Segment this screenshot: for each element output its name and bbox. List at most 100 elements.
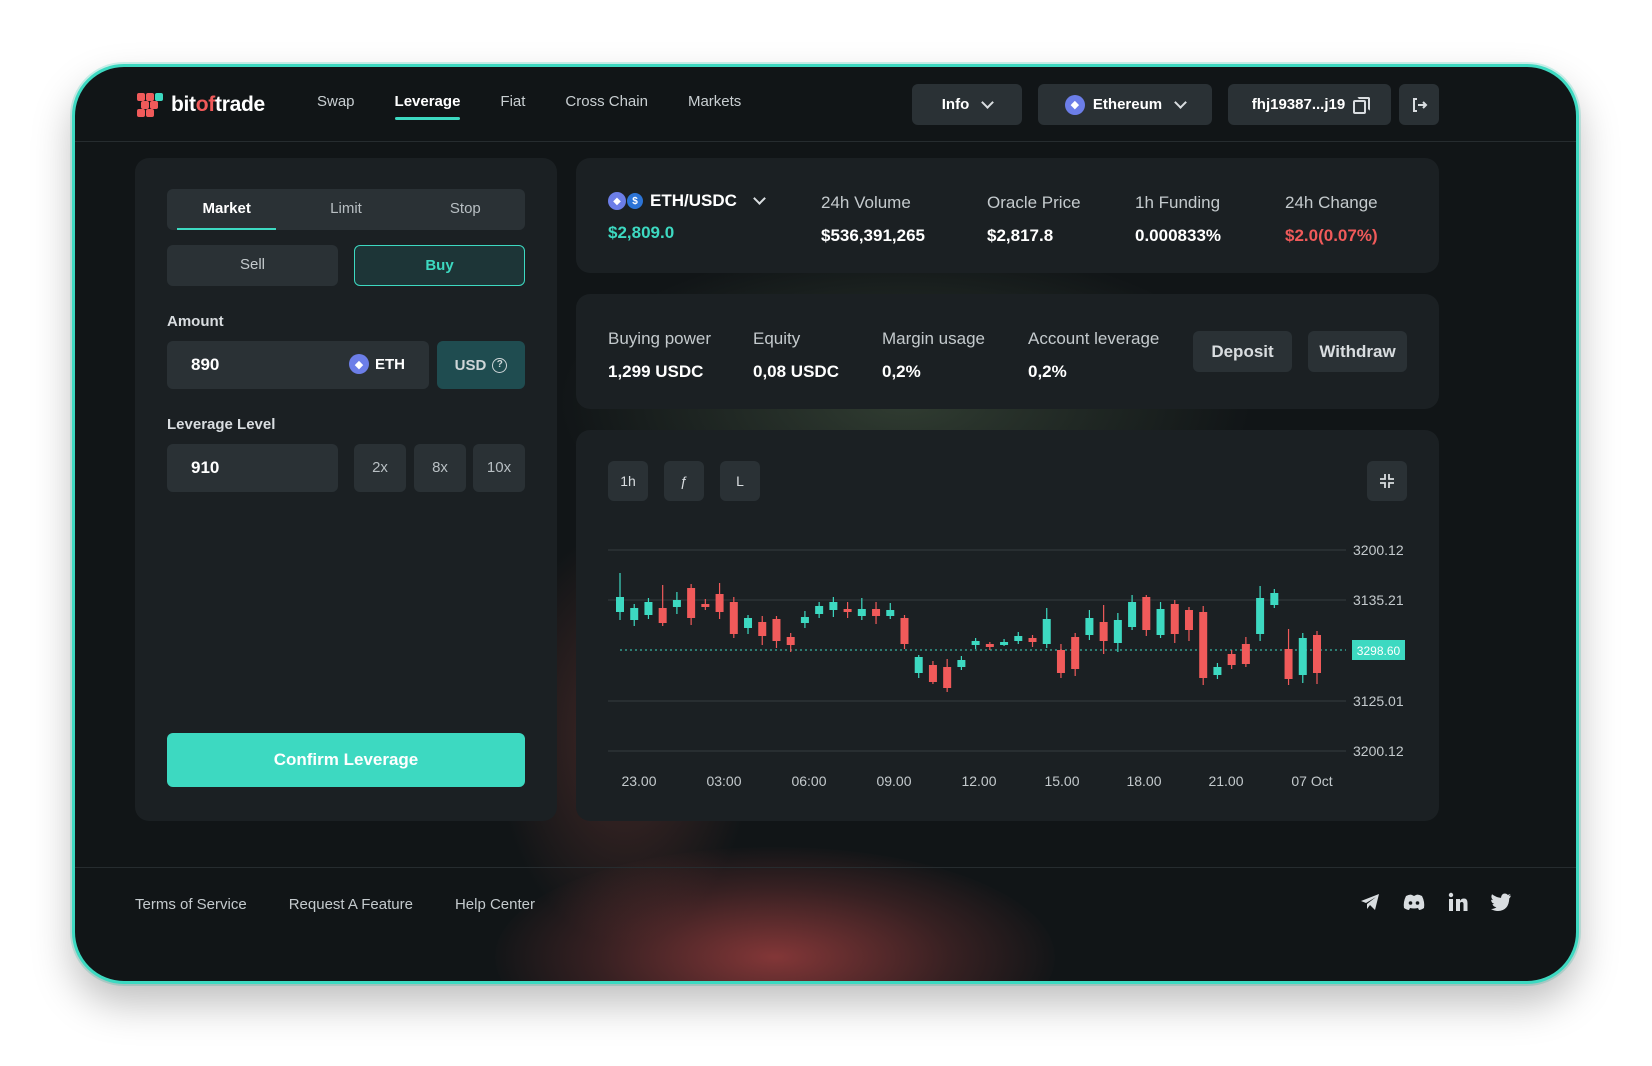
network-label: Ethereum (1092, 96, 1163, 113)
y-tick-label: 3200.12 (1353, 542, 1404, 558)
candle-up (630, 608, 639, 620)
terms-of-service-link[interactable]: Terms of Service (135, 896, 247, 913)
market-stats-panel: ◆ $ ETH/USDC $2,809.0 24h Volume $536,39… (576, 158, 1439, 273)
x-tick-label: 12.00 (961, 773, 996, 789)
info-label: Info (941, 96, 970, 113)
y-tick-label: 3135.21 (1353, 592, 1404, 608)
chevron-down-icon (753, 192, 766, 205)
candle-up (1298, 638, 1307, 675)
candle-up (914, 657, 923, 673)
chevron-down-icon (981, 95, 995, 109)
linkedin-icon[interactable] (1448, 892, 1468, 912)
chevron-down-icon (1174, 95, 1187, 109)
amount-input[interactable]: 890 ◆ ETH (167, 341, 429, 389)
y-tick-label: 3125.01 (1353, 693, 1404, 709)
social-links (1360, 892, 1512, 912)
logo-icon (137, 93, 163, 117)
candlestick-chart[interactable]: 3200.12 3135.21 3298.60 3125.01 3200.12 23.00… (576, 430, 1439, 821)
candle-down (943, 667, 952, 688)
candle-up (1000, 642, 1009, 645)
candle-down (729, 602, 738, 634)
candle-down (900, 618, 909, 644)
wallet-address-button[interactable]: fhj19387...j19 (1228, 84, 1391, 125)
help-icon[interactable]: ? (492, 357, 508, 373)
candle-up (1128, 602, 1137, 627)
nav-markets[interactable]: Markets (688, 93, 741, 120)
copy-icon[interactable] (1353, 97, 1371, 114)
usd-toggle-button[interactable]: USD ? (437, 341, 525, 389)
info-dropdown[interactable]: Info (912, 84, 1022, 125)
candle-up (815, 606, 824, 614)
candle-down (1227, 654, 1236, 665)
candle-up (857, 609, 866, 616)
candle-down (1099, 622, 1108, 641)
sell-button[interactable]: Sell (167, 245, 338, 286)
nav-fiat[interactable]: Fiat (500, 93, 525, 120)
current-price-label: 3298.60 (1357, 644, 1401, 658)
withdraw-button[interactable]: Withdraw (1308, 331, 1407, 372)
order-type-tabs: Market Limit Stop (167, 189, 525, 230)
y-tick-label: 3200.12 (1353, 743, 1404, 759)
candle-up (800, 617, 809, 623)
candle-down (843, 609, 852, 612)
main-nav: Swap Leverage Fiat Cross Chain Markets (317, 93, 741, 120)
price-chart-panel: 1h ƒ L 3200.12 3135.21 3298.60 3125.01 3200.… (576, 430, 1439, 821)
candle-down (786, 637, 795, 645)
ethereum-icon: ◆ (349, 354, 369, 374)
candle-up (971, 641, 980, 645)
leverage-preset-2x[interactable]: 2x (354, 444, 406, 492)
account-equity: Equity 0,08 USDC (753, 329, 839, 381)
candle-down (772, 619, 781, 641)
footer-links: Terms of Service Request A Feature Help … (135, 896, 535, 913)
x-tick-label: 06:00 (791, 773, 826, 789)
brand-logo[interactable]: bitoftrade (137, 93, 265, 117)
buy-button[interactable]: Buy (354, 245, 525, 286)
stat-24h-volume: 24h Volume $536,391,265 (821, 193, 925, 245)
nav-swap[interactable]: Swap (317, 93, 355, 120)
candle-up (616, 597, 624, 612)
account-margin-usage: Margin usage 0,2% (882, 329, 986, 381)
help-center-link[interactable]: Help Center (455, 896, 535, 913)
candle-down (758, 622, 767, 636)
candle-down (1142, 597, 1151, 630)
deposit-button[interactable]: Deposit (1193, 331, 1292, 372)
x-tick-label: 18.00 (1126, 773, 1161, 789)
nav-leverage[interactable]: Leverage (394, 93, 460, 120)
pair-name: ETH/USDC (650, 191, 737, 210)
stat-1h-funding: 1h Funding 0.000833% (1135, 193, 1222, 245)
leverage-value: 910 (191, 458, 220, 477)
logout-button[interactable] (1399, 84, 1439, 125)
amount-currency: ◆ ETH (349, 354, 405, 374)
twitter-icon[interactable] (1490, 893, 1512, 911)
candle-down (872, 609, 881, 616)
confirm-leverage-button[interactable]: Confirm Leverage (167, 733, 525, 787)
x-tick-label: 21.00 (1208, 773, 1243, 789)
telegram-icon[interactable] (1360, 893, 1380, 911)
x-tick-label: 15.00 (1044, 773, 1079, 789)
leverage-preset-10x[interactable]: 10x (473, 444, 525, 492)
x-tick-label: 23.00 (621, 773, 656, 789)
nav-cross-chain[interactable]: Cross Chain (565, 93, 648, 120)
candle-down (701, 604, 710, 607)
candle-up (1014, 636, 1023, 641)
stat-24h-change: 24h Change $2.0(0.07%) (1285, 193, 1378, 245)
candle-up (1256, 598, 1265, 634)
leverage-input[interactable]: 910 (167, 444, 338, 492)
request-a-feature-link[interactable]: Request A Feature (289, 896, 413, 913)
candle-up (1113, 620, 1122, 643)
candle-down (1284, 649, 1293, 679)
brand-name: bitoftrade (171, 93, 265, 116)
candle-down (1184, 610, 1193, 630)
amount-label: Amount (167, 313, 224, 330)
discord-icon[interactable] (1402, 893, 1426, 911)
tab-stop[interactable]: Stop (406, 189, 525, 230)
pair-selector[interactable]: ◆ $ ETH/USDC (608, 191, 766, 211)
network-dropdown[interactable]: ◆ Ethereum (1038, 84, 1212, 125)
tab-market[interactable]: Market (167, 189, 286, 230)
candle-down (687, 588, 696, 618)
leverage-preset-8x[interactable]: 8x (414, 444, 466, 492)
candle-up (957, 660, 966, 667)
wallet-address: fhj19387...j19 (1251, 96, 1346, 113)
tab-limit[interactable]: Limit (286, 189, 405, 230)
candle-down (928, 665, 937, 682)
